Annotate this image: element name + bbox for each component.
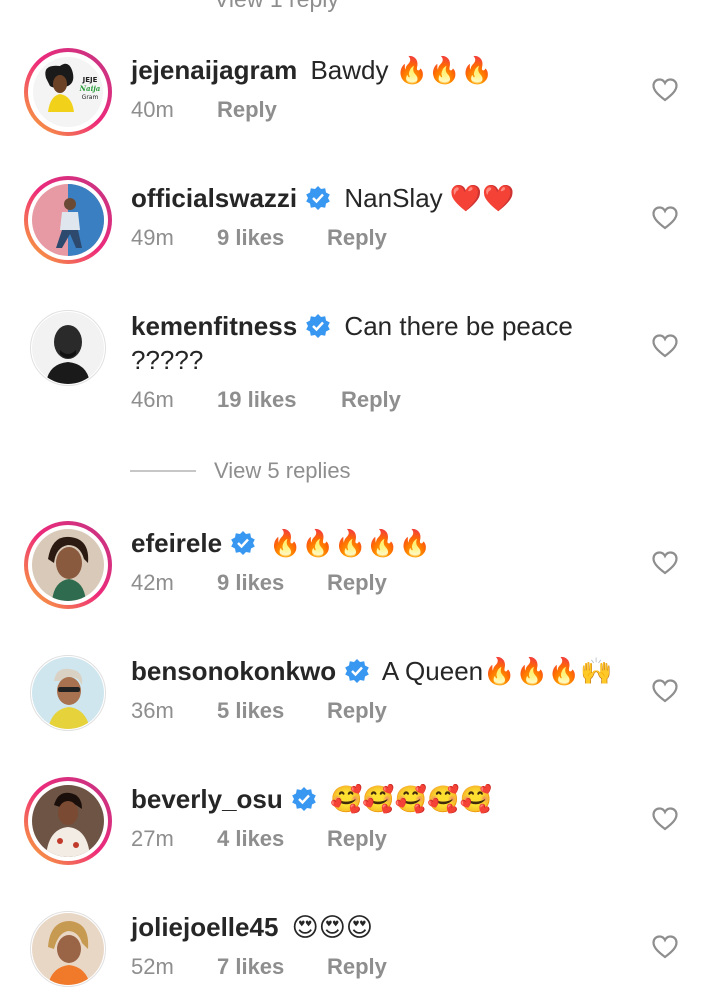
verified-badge-icon	[231, 531, 255, 555]
like-heart-icon[interactable]	[652, 807, 678, 831]
avatar-image	[32, 785, 104, 857]
avatar-image	[32, 312, 104, 384]
avatar-image: JEJE Naija Gram	[32, 56, 104, 128]
likes-count[interactable]: 5 likes	[217, 698, 327, 724]
view-replies-link[interactable]: View 1 reply	[214, 0, 339, 13]
comment-username[interactable]: jejenaijagram	[131, 55, 297, 85]
avatar[interactable]	[24, 649, 112, 737]
likes-count[interactable]: 9 likes	[217, 570, 327, 596]
comment-username[interactable]: beverly_osu	[131, 784, 283, 814]
likes-count[interactable]: 9 likes	[217, 225, 327, 251]
comment-time: 52m	[131, 954, 174, 979]
comment-username[interactable]: bensonokonkwo	[131, 656, 336, 686]
avatar[interactable]: JEJE Naija Gram	[24, 48, 112, 136]
logo-text-naija: Naija	[79, 84, 101, 93]
avatar[interactable]	[24, 304, 112, 392]
comment-text: 🔥🔥🔥🔥🔥	[269, 528, 432, 558]
avatar-image	[32, 529, 104, 601]
verified-badge-icon	[291, 787, 316, 811]
avatar-image	[32, 657, 104, 729]
like-heart-icon[interactable]	[652, 679, 678, 703]
verified-badge-icon	[306, 186, 330, 210]
divider	[130, 470, 196, 472]
reply-button[interactable]: Reply	[217, 97, 277, 123]
verified-badge-icon	[345, 659, 369, 683]
comment-time: 42m	[131, 570, 174, 595]
reply-button[interactable]: Reply	[327, 698, 387, 724]
reply-button[interactable]: Reply	[327, 570, 387, 596]
reply-button[interactable]: Reply	[341, 387, 401, 413]
avatar[interactable]	[24, 521, 112, 609]
comment-text: A Queen🔥🔥🔥🙌	[381, 656, 613, 686]
avatar[interactable]	[24, 777, 112, 865]
comment-time: 46m	[131, 387, 174, 412]
comment-time: 40m	[131, 97, 174, 122]
reply-button[interactable]: Reply	[327, 225, 387, 251]
avatar-image	[32, 913, 104, 985]
like-heart-icon[interactable]	[652, 935, 678, 959]
view-replies-label[interactable]: View 5 replies	[214, 458, 351, 484]
likes-count[interactable]: 19 likes	[217, 387, 341, 413]
comment-username[interactable]: kemenfitness	[131, 311, 297, 341]
avatar[interactable]	[24, 905, 112, 993]
comment-username[interactable]: efeirele	[131, 528, 222, 558]
comment-time: 36m	[131, 698, 174, 723]
logo-text-gram: Gram	[82, 94, 99, 101]
reply-button[interactable]: Reply	[327, 826, 387, 852]
comment-username[interactable]: officialswazzi	[131, 183, 297, 213]
comment-text: 😍😍😍	[291, 912, 373, 942]
view-replies-link[interactable]: View 5 replies	[130, 458, 351, 484]
logo-text-jeje: JEJE	[82, 76, 98, 84]
like-heart-icon[interactable]	[652, 206, 678, 230]
avatar-image	[32, 184, 104, 256]
comment-username[interactable]: joliejoelle45	[131, 912, 278, 942]
like-heart-icon[interactable]	[652, 551, 678, 575]
verified-badge-icon	[306, 314, 330, 338]
avatar[interactable]	[24, 176, 112, 264]
comment-text: 🥰🥰🥰🥰🥰	[329, 784, 492, 814]
like-heart-icon[interactable]	[652, 334, 678, 358]
comment-time: 49m	[131, 225, 174, 250]
likes-count[interactable]: 7 likes	[217, 954, 327, 980]
reply-button[interactable]: Reply	[327, 954, 387, 980]
likes-count[interactable]: 4 likes	[217, 826, 327, 852]
comment-time: 27m	[131, 826, 174, 851]
like-heart-icon[interactable]	[652, 78, 678, 102]
comment-text: NanSlay ❤️❤️	[344, 183, 515, 213]
comment-text: Bawdy 🔥🔥🔥	[310, 55, 493, 85]
